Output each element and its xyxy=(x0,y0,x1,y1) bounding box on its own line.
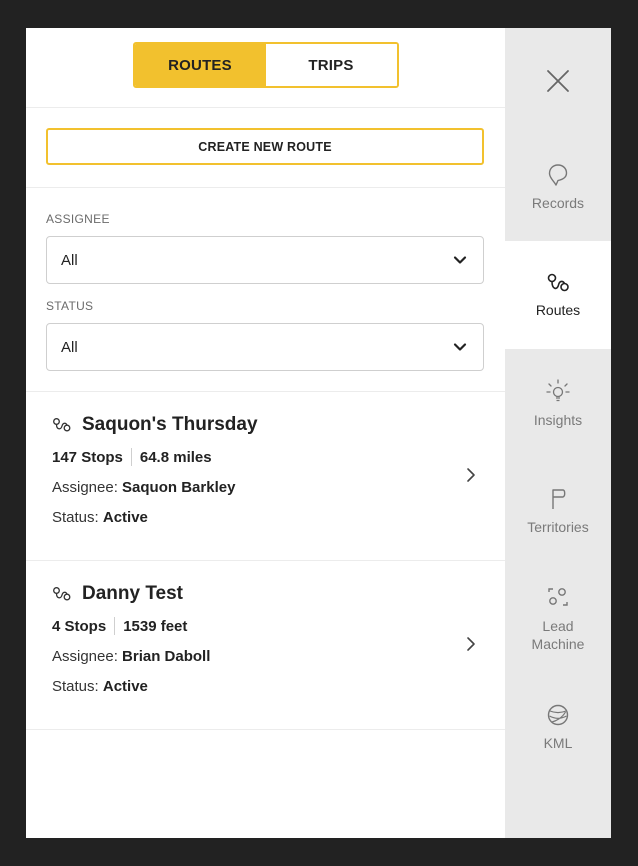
routes-trips-toggle: ROUTES TRIPS xyxy=(132,42,399,88)
kml-globe-icon xyxy=(547,704,569,726)
assignee-label: Assignee: xyxy=(52,479,118,496)
assignee-select-value: All xyxy=(61,251,78,269)
route-card[interactable]: Saquon's Thursday 147 Stops 64.8 miles A… xyxy=(26,392,505,561)
chevron-right-icon xyxy=(467,637,475,651)
status-label: Status: xyxy=(52,678,99,695)
rail-item-routes[interactable]: Routes xyxy=(505,241,611,349)
route-title: Danny Test xyxy=(52,583,479,605)
territories-flag-icon xyxy=(552,489,566,509)
rail-item-records[interactable]: Records xyxy=(505,133,611,241)
chevron-down-icon xyxy=(453,343,467,351)
side-rail: Records Routes Insights Territories Lead… xyxy=(505,28,611,838)
status-select-value: All xyxy=(61,338,78,356)
routes-panel: ROUTES TRIPS CREATE NEW ROUTE ASSIGNEE A… xyxy=(26,28,505,838)
routes-icon xyxy=(547,273,569,292)
route-icon xyxy=(53,418,71,432)
app-frame: ROUTES TRIPS CREATE NEW ROUTE ASSIGNEE A… xyxy=(26,28,611,838)
route-status: Status: Active xyxy=(52,509,479,526)
routes-tab[interactable]: ROUTES xyxy=(134,44,266,86)
lead-label-line1: Lead xyxy=(542,617,574,634)
status-value: Active xyxy=(102,509,148,526)
create-new-route-button[interactable]: CREATE NEW ROUTE xyxy=(46,128,484,165)
route-distance: 1539 feet xyxy=(123,617,188,635)
status-value: Active xyxy=(102,678,148,695)
route-stops: 4 Stops xyxy=(52,617,107,635)
assignee-value: Saquon Barkley xyxy=(122,479,236,496)
rail-item-insights[interactable]: Insights xyxy=(505,349,611,457)
route-stats: 4 Stops 1539 feet xyxy=(52,617,479,635)
status-select[interactable]: All xyxy=(46,323,484,371)
route-name: Danny Test xyxy=(82,583,184,604)
assignee-filter-label: ASSIGNEE xyxy=(46,212,110,226)
rail-item-kml[interactable]: KML xyxy=(505,673,611,781)
lead-label-line2: Machine xyxy=(531,636,585,652)
rail-item-label: Insights xyxy=(533,412,583,428)
route-card[interactable]: Danny Test 4 Stops 1539 feet Assignee: B… xyxy=(26,561,505,730)
records-pin-icon xyxy=(548,164,568,186)
insights-bulb-icon xyxy=(546,379,570,402)
chevron-right-icon xyxy=(467,468,475,482)
route-status: Status: Active xyxy=(52,678,479,695)
rail-item-label: Records xyxy=(531,195,585,211)
lead-machine-icon xyxy=(548,587,568,606)
rail-item-label: Routes xyxy=(535,302,581,318)
assignee-label: Assignee: xyxy=(52,648,118,665)
view-toggle-bar: ROUTES TRIPS xyxy=(26,28,505,108)
create-route-section: CREATE NEW ROUTE xyxy=(26,108,505,188)
divider xyxy=(130,448,132,466)
status-label: Status: xyxy=(52,509,99,526)
rail-item-label: Territories xyxy=(527,519,589,535)
route-assignee: Assignee: Brian Daboll xyxy=(52,648,479,665)
route-stops: 147 Stops xyxy=(52,448,123,466)
route-assignee: Assignee: Saquon Barkley xyxy=(52,479,479,496)
route-icon xyxy=(53,587,71,601)
rail-item-label: Lead Machine xyxy=(532,617,585,653)
rail-item-lead-machine[interactable]: Lead Machine xyxy=(505,565,611,673)
trips-tab[interactable]: TRIPS xyxy=(265,44,397,86)
status-filter-label: STATUS xyxy=(46,299,94,313)
close-button[interactable] xyxy=(505,28,611,133)
assignee-select[interactable]: All xyxy=(46,236,484,284)
divider xyxy=(114,617,116,635)
route-stats: 147 Stops 64.8 miles xyxy=(52,448,479,466)
close-icon xyxy=(547,69,569,92)
route-title: Saquon's Thursday xyxy=(52,414,479,436)
rail-item-territories[interactable]: Territories xyxy=(505,457,611,565)
route-distance: 64.8 miles xyxy=(139,448,212,466)
route-name: Saquon's Thursday xyxy=(82,414,258,435)
rail-item-label: KML xyxy=(543,735,573,751)
chevron-down-icon xyxy=(453,256,467,264)
filters-section: ASSIGNEE All STATUS All xyxy=(26,188,505,392)
assignee-value: Brian Daboll xyxy=(122,648,211,665)
